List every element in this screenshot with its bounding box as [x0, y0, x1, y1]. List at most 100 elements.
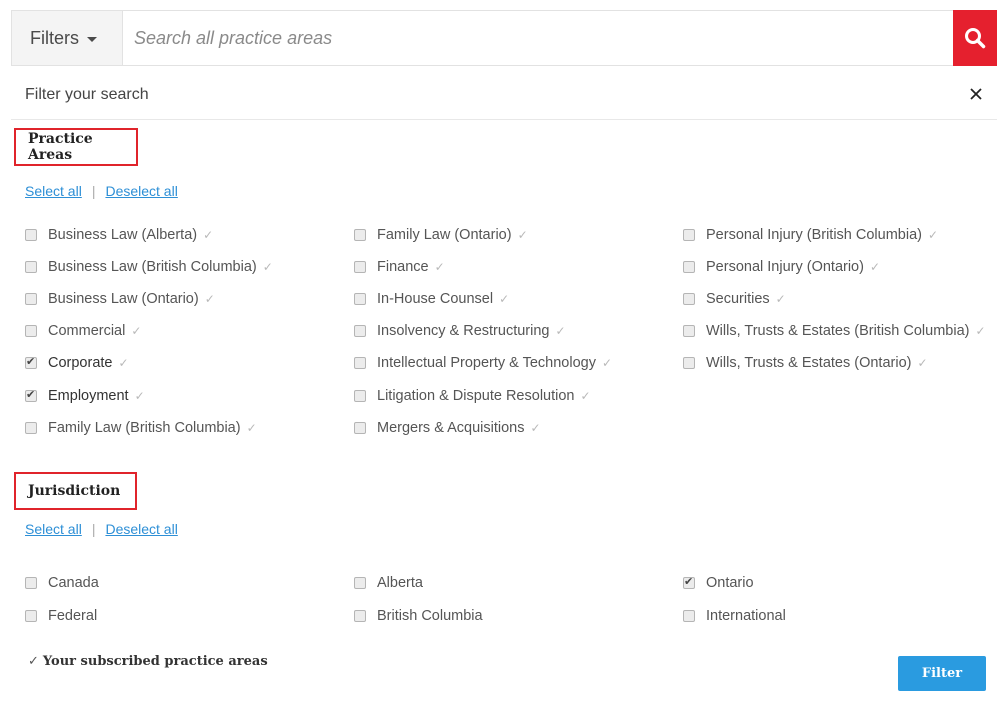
check-icon: ✓	[580, 389, 591, 403]
check-icon: ✓	[28, 654, 39, 669]
practice-area-option[interactable]: Personal Injury (Ontario) ✓	[683, 259, 880, 275]
checkbox[interactable]	[25, 325, 37, 337]
check-icon: ✓	[775, 292, 786, 306]
jurisdiction-option[interactable]: Canada	[25, 575, 99, 591]
search-button[interactable]	[953, 10, 997, 66]
jurisdiction-option[interactable]: Ontario	[683, 575, 754, 591]
checkbox[interactable]	[354, 577, 366, 589]
option-label: Business Law (British Columbia)	[48, 259, 257, 275]
checkbox[interactable]	[25, 610, 37, 622]
checkbox[interactable]	[354, 610, 366, 622]
check-icon: ✓	[917, 356, 928, 370]
check-icon: ✓	[555, 324, 566, 338]
link-separator: |	[91, 183, 96, 199]
jurisdiction-select-all-link[interactable]: Select all	[25, 521, 82, 537]
option-label: Ontario	[706, 575, 754, 591]
check-icon: ✓	[262, 260, 273, 274]
practice-area-option[interactable]: Family Law (Ontario) ✓	[354, 227, 528, 243]
checkbox[interactable]	[25, 293, 37, 305]
practice-area-option[interactable]: Employment ✓	[25, 388, 145, 404]
practice-area-option[interactable]: In-House Counsel ✓	[354, 291, 509, 307]
option-label: Family Law (Ontario)	[377, 227, 512, 243]
option-label: Finance	[377, 259, 429, 275]
practice-area-option[interactable]: Personal Injury (British Columbia) ✓	[683, 227, 938, 243]
checkbox[interactable]	[354, 325, 366, 337]
checkbox[interactable]	[25, 577, 37, 589]
check-icon: ✓	[517, 228, 528, 242]
option-label: Federal	[48, 608, 98, 624]
practice-areas-bulk-actions: Select all | Deselect all	[25, 183, 178, 199]
practice-area-option[interactable]: Business Law (British Columbia) ✓	[25, 259, 273, 275]
option-label: British Columbia	[377, 608, 483, 624]
check-icon: ✓	[975, 324, 986, 338]
checkbox-checked[interactable]	[25, 355, 37, 369]
checkbox[interactable]	[683, 229, 695, 241]
option-label: Wills, Trusts & Estates (British Columbi…	[706, 323, 970, 339]
practice-area-option[interactable]: Mergers & Acquisitions ✓	[354, 420, 541, 436]
jurisdiction-option[interactable]: Federal	[25, 608, 97, 624]
checkbox[interactable]	[354, 293, 366, 305]
checkbox-checked[interactable]	[25, 388, 37, 402]
checkbox[interactable]	[683, 293, 695, 305]
practice-area-option[interactable]: Wills, Trusts & Estates (British Columbi…	[683, 323, 986, 339]
check-icon: ✓	[927, 228, 939, 242]
practice-area-option[interactable]: Finance ✓	[354, 259, 445, 275]
option-label: Mergers & Acquisitions	[377, 420, 525, 436]
practice-area-option[interactable]: Business Law (Ontario) ✓	[25, 291, 215, 307]
practice-area-option[interactable]: Intellectual Property & Technology ✓	[354, 355, 612, 371]
check-icon: ✓	[203, 228, 214, 242]
option-label: Business Law (Ontario)	[48, 291, 199, 307]
practice-areas-select-all-link[interactable]: Select all	[25, 183, 82, 199]
practice-area-option[interactable]: Commercial ✓	[25, 323, 141, 339]
option-label: Litigation & Dispute Resolution	[377, 388, 575, 404]
checkbox[interactable]	[354, 422, 366, 434]
search-input[interactable]	[124, 11, 954, 65]
jurisdiction-title: Jurisdiction	[14, 472, 137, 510]
checkbox[interactable]	[683, 325, 695, 337]
check-icon: ✓	[434, 260, 445, 274]
option-label: Canada	[48, 575, 99, 591]
practice-area-option[interactable]: Business Law (Alberta) ✓	[25, 227, 213, 243]
checkbox[interactable]	[683, 610, 695, 622]
close-icon	[970, 88, 982, 100]
practice-areas-deselect-all-link[interactable]: Deselect all	[105, 183, 177, 199]
jurisdiction-option[interactable]: British Columbia	[354, 608, 483, 624]
practice-area-option[interactable]: Wills, Trusts & Estates (Ontario) ✓	[683, 355, 928, 371]
jurisdiction-bulk-actions: Select all | Deselect all	[25, 521, 178, 537]
checkbox[interactable]	[683, 357, 695, 369]
checkbox[interactable]	[683, 261, 695, 273]
close-button[interactable]	[967, 85, 985, 103]
filter-button[interactable]: Filter	[898, 656, 986, 691]
jurisdiction-deselect-all-link[interactable]: Deselect all	[105, 521, 177, 537]
filter-panel-title: Filter your search	[25, 85, 149, 103]
practice-area-option[interactable]: Insolvency & Restructuring ✓	[354, 323, 566, 339]
practice-area-option[interactable]: Family Law (British Columbia) ✓	[25, 420, 257, 436]
checkbox[interactable]	[354, 357, 366, 369]
option-label: Employment	[48, 388, 129, 404]
option-label: Alberta	[377, 575, 423, 591]
practice-area-option[interactable]: Litigation & Dispute Resolution ✓	[354, 388, 591, 404]
practice-area-option[interactable]: Corporate ✓	[25, 355, 129, 371]
filter-panel-header: Filter your search	[11, 70, 997, 120]
practice-area-option[interactable]: Securities ✓	[683, 291, 786, 307]
check-icon: ✓	[134, 389, 145, 403]
option-label: In-House Counsel	[377, 291, 494, 307]
filters-label: Filters	[30, 27, 79, 48]
checkbox[interactable]	[354, 229, 366, 241]
option-label: Commercial	[48, 323, 126, 339]
filter-page: Filters Filter your search Practice Area…	[11, 10, 997, 702]
check-icon: ✓	[118, 356, 129, 370]
jurisdiction-option[interactable]: Alberta	[354, 575, 423, 591]
filters-dropdown-button[interactable]: Filters	[12, 11, 123, 65]
checkbox[interactable]	[25, 422, 37, 434]
check-icon: ✓	[869, 260, 881, 274]
checkbox[interactable]	[354, 261, 366, 273]
checkbox[interactable]	[25, 261, 37, 273]
checkbox[interactable]	[25, 229, 37, 241]
checkbox-checked[interactable]	[683, 575, 695, 589]
check-icon: ✓	[601, 356, 613, 370]
option-label: Wills, Trusts & Estates (Ontario)	[706, 355, 912, 371]
jurisdiction-option[interactable]: International	[683, 608, 786, 624]
checkbox[interactable]	[354, 390, 366, 402]
search-icon	[965, 28, 986, 49]
